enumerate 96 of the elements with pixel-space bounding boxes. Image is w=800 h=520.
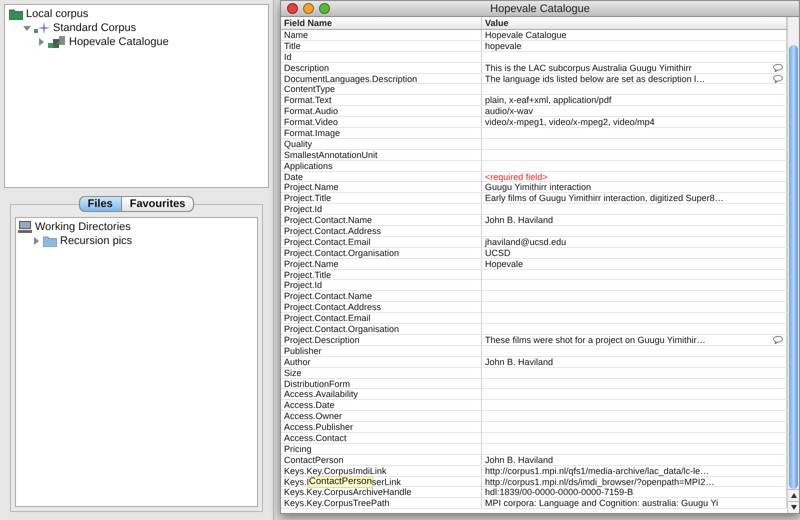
field-name: Format.Image (284, 128, 340, 138)
tree-item[interactable]: Hopevale Catalogue (69, 36, 169, 48)
computer-icon (18, 221, 32, 233)
field-name: Name (284, 30, 308, 40)
folder-icon (9, 8, 23, 20)
field-name: Project.Contact.Email (284, 313, 371, 324)
field-name: Pricing (284, 444, 312, 454)
field-name: Publisher (284, 346, 322, 356)
field-name: Access.Contact (284, 432, 347, 443)
field-value[interactable]: UCSD (485, 248, 511, 258)
field-name: Project.Title (284, 270, 332, 280)
folder-icon (43, 236, 57, 246)
field-name: DistributionForm (284, 378, 350, 388)
field-name: Access.Availability (284, 389, 358, 400)
field-value[interactable]: These films were shot for a project on Guugu Yimithir… (485, 334, 706, 345)
field-value[interactable]: Hopevale (485, 258, 524, 269)
scroll-down-icon[interactable] (790, 505, 796, 510)
field-name: ContentType (284, 84, 336, 94)
field-value[interactable]: jhaviland@ucsd.edu (485, 236, 566, 247)
field-value[interactable]: hopevale (485, 40, 522, 51)
field-name: Author (284, 356, 311, 367)
field-value[interactable]: plain, x-eaf+xml, application/pdf (485, 95, 612, 106)
field-name: Date (284, 172, 304, 182)
field-name: Quality (284, 138, 312, 149)
field-value[interactable]: John B. Haviland (485, 356, 554, 367)
field-name: Keys.Key.CorpusImdiLink (284, 466, 386, 476)
field-name: Project.Name (284, 258, 339, 269)
field-value[interactable]: John B. Haviland (485, 215, 554, 226)
field-name: Size (284, 368, 302, 378)
tab[interactable]: Files (78, 196, 122, 212)
field-name: Keys.Key.CorpusArchiveHandle (284, 487, 412, 498)
scroll-up-icon[interactable] (790, 493, 796, 498)
collapsed-triangle-icon[interactable] (32, 237, 40, 245)
comment-icon[interactable] (773, 74, 783, 83)
field-name: Project.Contact.Email (284, 236, 371, 247)
field-value[interactable]: The language ids listed below are set as description l… (485, 74, 706, 84)
comment-icon[interactable] (773, 64, 783, 72)
field-name: Format.Audio (284, 106, 338, 116)
tree-item[interactable]: Recursion pics (60, 235, 132, 247)
field-name: Project.Contact.Name (284, 291, 372, 302)
expanded-triangle-icon[interactable] (23, 24, 31, 32)
field-value[interactable]: John B. Haviland (485, 454, 554, 465)
field-name: Project.Name (284, 182, 339, 192)
field-name: serLink (372, 476, 401, 487)
scrollbar[interactable] (787, 17, 799, 513)
close-button[interactable] (287, 3, 298, 14)
field-name: Format.Text (284, 95, 332, 106)
field-value[interactable]: Early films of Guugu Yimithirr interaction, digitized Super8… (485, 193, 724, 204)
field-name: Applications (284, 160, 333, 171)
scroll-down-button[interactable] (788, 501, 799, 513)
field-value[interactable]: video/x-mpeg1, video/x-mpeg2, video/mp4 (485, 117, 655, 128)
field-name: Project.Id (284, 204, 322, 214)
scroll-up-button[interactable] (788, 489, 799, 501)
comment-icon[interactable] (773, 336, 783, 344)
field-name: Access.Owner (284, 411, 342, 422)
tooltip: ContactPerson (309, 476, 372, 487)
field-value[interactable]: Hopevale Catalogue (485, 30, 567, 40)
column-header[interactable]: Field Name (281, 17, 481, 29)
field-name: SmallestAnnotationUnit (284, 150, 378, 160)
field-value[interactable]: http://corpus1.mpi.nl/qfs1/media-archive/lac_data/lc-le… (485, 466, 710, 476)
minimize-button[interactable] (303, 3, 314, 14)
field-value[interactable]: http://corpus1.mpi.nl/ds/imdi_browser/?openpath=MPI2… (485, 476, 714, 487)
tree-item[interactable]: Working Directories (35, 221, 131, 233)
field-name: Project.Title (284, 193, 332, 204)
field-name: Project.Contact.Organisation (284, 324, 400, 334)
field-name: DocumentLanguages.Description (284, 74, 418, 84)
field-value[interactable]: This is the LAC subcorpus Australia Guugu Yimithirr (485, 62, 692, 73)
field-name: Id (284, 52, 292, 62)
field-name: Keys.Key.CorpusTreePath (284, 498, 390, 508)
collapsed-triangle-icon[interactable] (37, 38, 45, 46)
field-name: Project.Contact.Address (284, 302, 382, 312)
window-title: Hopevale Catalogue (490, 2, 590, 14)
field-value[interactable]: audio/x-wav (485, 106, 534, 116)
tree-item[interactable]: Standard Corpus (53, 22, 136, 34)
field-name: Title (284, 40, 301, 51)
field-name: Access.Date (284, 400, 335, 410)
field-name: Project.Contact.Address (284, 226, 382, 236)
zoom-button[interactable] (319, 3, 330, 14)
corpus-icon (34, 22, 50, 34)
column-header[interactable]: Value (482, 17, 786, 29)
field-name: Project.Id (284, 280, 322, 290)
field-name: Access.Publisher (284, 422, 354, 432)
field-name: Project.Description (284, 334, 360, 345)
field-name: Project.Contact.Name (284, 215, 372, 226)
tab[interactable]: Favourites (120, 196, 194, 212)
field-name: Keys.I (284, 476, 310, 487)
field-name: Project.Contact.Organisation (284, 248, 400, 258)
field-value[interactable]: <required field> (485, 172, 548, 182)
catalogue-icon (48, 36, 66, 48)
field-value[interactable]: hdl:1839/00-0000-0000-0000-7159-B (485, 487, 634, 498)
field-name: Format.Video (284, 117, 338, 128)
field-name: Description (284, 62, 330, 73)
field-value[interactable]: Guugu Yimithirr interaction (485, 182, 592, 192)
field-name: ContactPerson (284, 454, 344, 465)
tree-item[interactable]: Local corpus (26, 8, 88, 20)
field-value[interactable]: MPI corpora: Language and Cognition: australia: Guugu Yi (485, 498, 718, 508)
